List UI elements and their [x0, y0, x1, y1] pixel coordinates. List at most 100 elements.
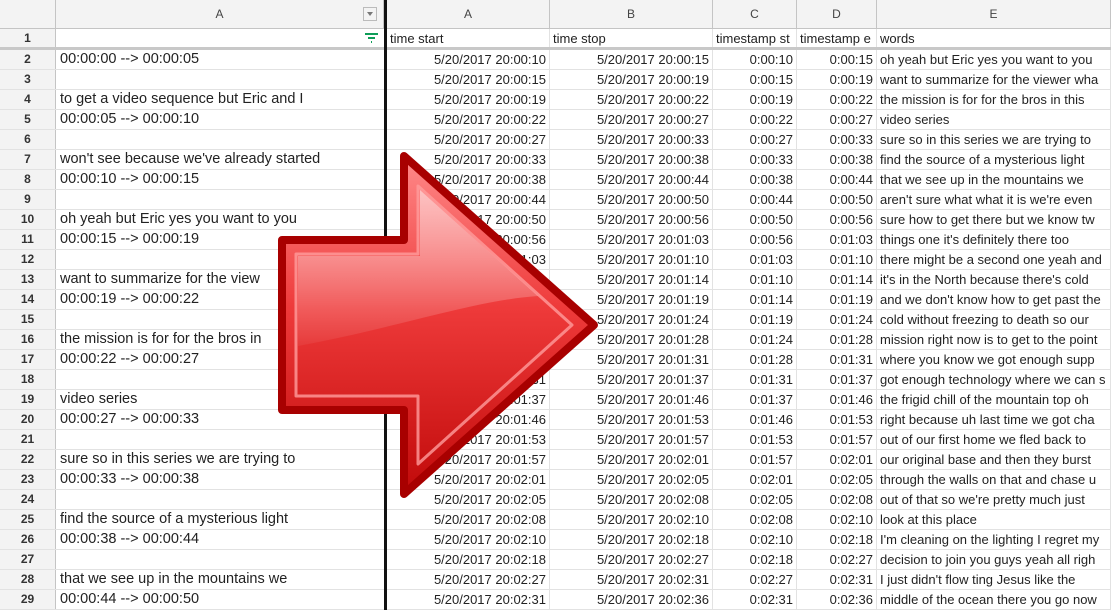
cell-a[interactable]: 5/20/2017 20:02:10 — [387, 530, 550, 549]
cell-d[interactable]: 0:00:38 — [797, 150, 877, 169]
cell-a[interactable]: 5/20/2017 20:00:19 — [387, 90, 550, 109]
cell-e[interactable]: want to summarize for the viewer wha — [877, 70, 1111, 89]
cell-c[interactable]: 0:02:27 — [713, 570, 797, 589]
row-number[interactable]: 17 — [0, 350, 56, 369]
cell-e[interactable]: video series — [877, 110, 1111, 129]
filter-icon[interactable] — [364, 31, 380, 45]
cell-c[interactable]: 0:01:31 — [713, 370, 797, 389]
cell-c[interactable]: 0:01:28 — [713, 350, 797, 369]
row-number[interactable]: 2 — [0, 50, 56, 69]
cell-c[interactable]: 0:00:38 — [713, 170, 797, 189]
cell-c[interactable]: 0:00:44 — [713, 190, 797, 209]
row-number[interactable]: 4 — [0, 90, 56, 109]
cell-a[interactable]: 5/20/2017 20:00:27 — [387, 130, 550, 149]
cell-e[interactable]: our original base and then they burst — [877, 450, 1111, 469]
cell-d[interactable]: 0:01:28 — [797, 330, 877, 349]
cell-b[interactable]: 5/20/2017 20:00:22 — [550, 90, 713, 109]
cell-e[interactable]: I just didn't flow ting Jesus like the — [877, 570, 1111, 589]
column-title-c[interactable]: timestamp st — [713, 29, 797, 47]
cell-c[interactable]: 0:00:19 — [713, 90, 797, 109]
column-header-e[interactable]: E — [877, 0, 1111, 28]
cell-e[interactable]: things one it's definitely there too — [877, 230, 1111, 249]
cell-c[interactable]: 0:01:57 — [713, 450, 797, 469]
cell-d[interactable]: 0:02:31 — [797, 570, 877, 589]
cell-d[interactable]: 0:02:36 — [797, 590, 877, 609]
cell-b[interactable]: 5/20/2017 20:00:19 — [550, 70, 713, 89]
cell-c[interactable]: 0:00:10 — [713, 50, 797, 69]
cell-e[interactable]: middle of the ocean there you go now — [877, 590, 1111, 609]
cell-e[interactable]: find the source of a mysterious light — [877, 150, 1111, 169]
cell-c[interactable]: 0:00:33 — [713, 150, 797, 169]
cell-e[interactable]: aren't sure what what it is we're even — [877, 190, 1111, 209]
cell-c[interactable]: 0:01:03 — [713, 250, 797, 269]
cell-c[interactable]: 0:00:15 — [713, 70, 797, 89]
cell-e[interactable]: out of that so we're pretty much just — [877, 490, 1111, 509]
cell-e[interactable]: that we see up in the mountains we — [877, 170, 1111, 189]
row-number[interactable]: 9 — [0, 190, 56, 209]
cell-b[interactable]: 5/20/2017 20:02:36 — [550, 590, 713, 609]
column-title-a[interactable]: time start — [387, 29, 550, 47]
cell-c[interactable]: 0:01:14 — [713, 290, 797, 309]
cell-d[interactable]: 0:02:01 — [797, 450, 877, 469]
cell-d[interactable]: 0:02:08 — [797, 490, 877, 509]
cell-b[interactable]: 5/20/2017 20:02:18 — [550, 530, 713, 549]
cell[interactable]: 00:00:00 --> 00:00:05 — [60, 50, 380, 69]
row-number[interactable]: 8 — [0, 170, 56, 189]
cell-e[interactable]: the frigid chill of the mountain top oh — [877, 390, 1111, 409]
cell-e[interactable]: got enough technology where we can s — [877, 370, 1111, 389]
cell-e[interactable]: right because uh last time we got cha — [877, 410, 1111, 429]
row-number[interactable]: 28 — [0, 570, 56, 589]
cell[interactable]: 00:00:44 --> 00:00:50 — [60, 590, 380, 609]
cell-b[interactable]: 5/20/2017 20:00:15 — [550, 50, 713, 69]
cell[interactable]: that we see up in the mountains we — [60, 570, 380, 589]
cell-a[interactable]: 5/20/2017 20:02:18 — [387, 550, 550, 569]
column-header-a[interactable]: A — [56, 0, 384, 28]
cell-e[interactable]: oh yeah but Eric yes you want to you — [877, 50, 1111, 69]
cell-a[interactable]: 5/20/2017 20:02:08 — [387, 510, 550, 529]
cell-c[interactable]: 0:02:10 — [713, 530, 797, 549]
row-number[interactable]: 24 — [0, 490, 56, 509]
cell-d[interactable]: 0:00:22 — [797, 90, 877, 109]
cell-d[interactable]: 0:00:56 — [797, 210, 877, 229]
cell-e[interactable]: mission right now is to get to the point — [877, 330, 1111, 349]
row-number[interactable]: 23 — [0, 470, 56, 489]
cell[interactable]: find the source of a mysterious light — [60, 510, 380, 529]
cell-c[interactable]: 0:00:22 — [713, 110, 797, 129]
cell-c[interactable]: 0:00:27 — [713, 130, 797, 149]
cell-c[interactable]: 0:01:53 — [713, 430, 797, 449]
cell-d[interactable]: 0:01:19 — [797, 290, 877, 309]
row-number[interactable]: 18 — [0, 370, 56, 389]
row-number[interactable]: 14 — [0, 290, 56, 309]
row-number[interactable]: 27 — [0, 550, 56, 569]
cell-d[interactable]: 0:01:31 — [797, 350, 877, 369]
cell-d[interactable]: 0:01:46 — [797, 390, 877, 409]
cell-c[interactable]: 0:01:46 — [713, 410, 797, 429]
cell-d[interactable]: 0:02:10 — [797, 510, 877, 529]
row-number[interactable]: 1 — [0, 29, 56, 47]
row-number[interactable]: 15 — [0, 310, 56, 329]
cell-e[interactable]: where you know we got enough supp — [877, 350, 1111, 369]
cell-c[interactable]: 0:02:18 — [713, 550, 797, 569]
cell-a[interactable]: 5/20/2017 20:00:22 — [387, 110, 550, 129]
cell-b[interactable]: 5/20/2017 20:02:27 — [550, 550, 713, 569]
cell-c[interactable]: 0:01:37 — [713, 390, 797, 409]
cell-d[interactable]: 0:01:53 — [797, 410, 877, 429]
cell-e[interactable]: through the walls on that and chase u — [877, 470, 1111, 489]
column-header-c[interactable]: C — [713, 0, 797, 28]
cell-d[interactable]: 0:00:50 — [797, 190, 877, 209]
cell-d[interactable]: 0:00:44 — [797, 170, 877, 189]
cell-d[interactable]: 0:00:27 — [797, 110, 877, 129]
cell[interactable]: to get a video sequence but Eric and I — [60, 90, 380, 109]
cell-c[interactable]: 0:02:31 — [713, 590, 797, 609]
cell-c[interactable]: 0:01:24 — [713, 330, 797, 349]
column-header-d[interactable]: D — [797, 0, 877, 28]
cell-b[interactable]: 5/20/2017 20:00:27 — [550, 110, 713, 129]
cell-d[interactable]: 0:01:03 — [797, 230, 877, 249]
cell-e[interactable]: there might be a second one yeah and — [877, 250, 1111, 269]
column-title-e[interactable]: words — [877, 29, 1111, 47]
cell-c[interactable]: 0:02:01 — [713, 470, 797, 489]
cell-c[interactable]: 0:00:56 — [713, 230, 797, 249]
cell-d[interactable]: 0:02:05 — [797, 470, 877, 489]
row-number[interactable]: 12 — [0, 250, 56, 269]
chevron-down-icon[interactable] — [363, 7, 377, 21]
